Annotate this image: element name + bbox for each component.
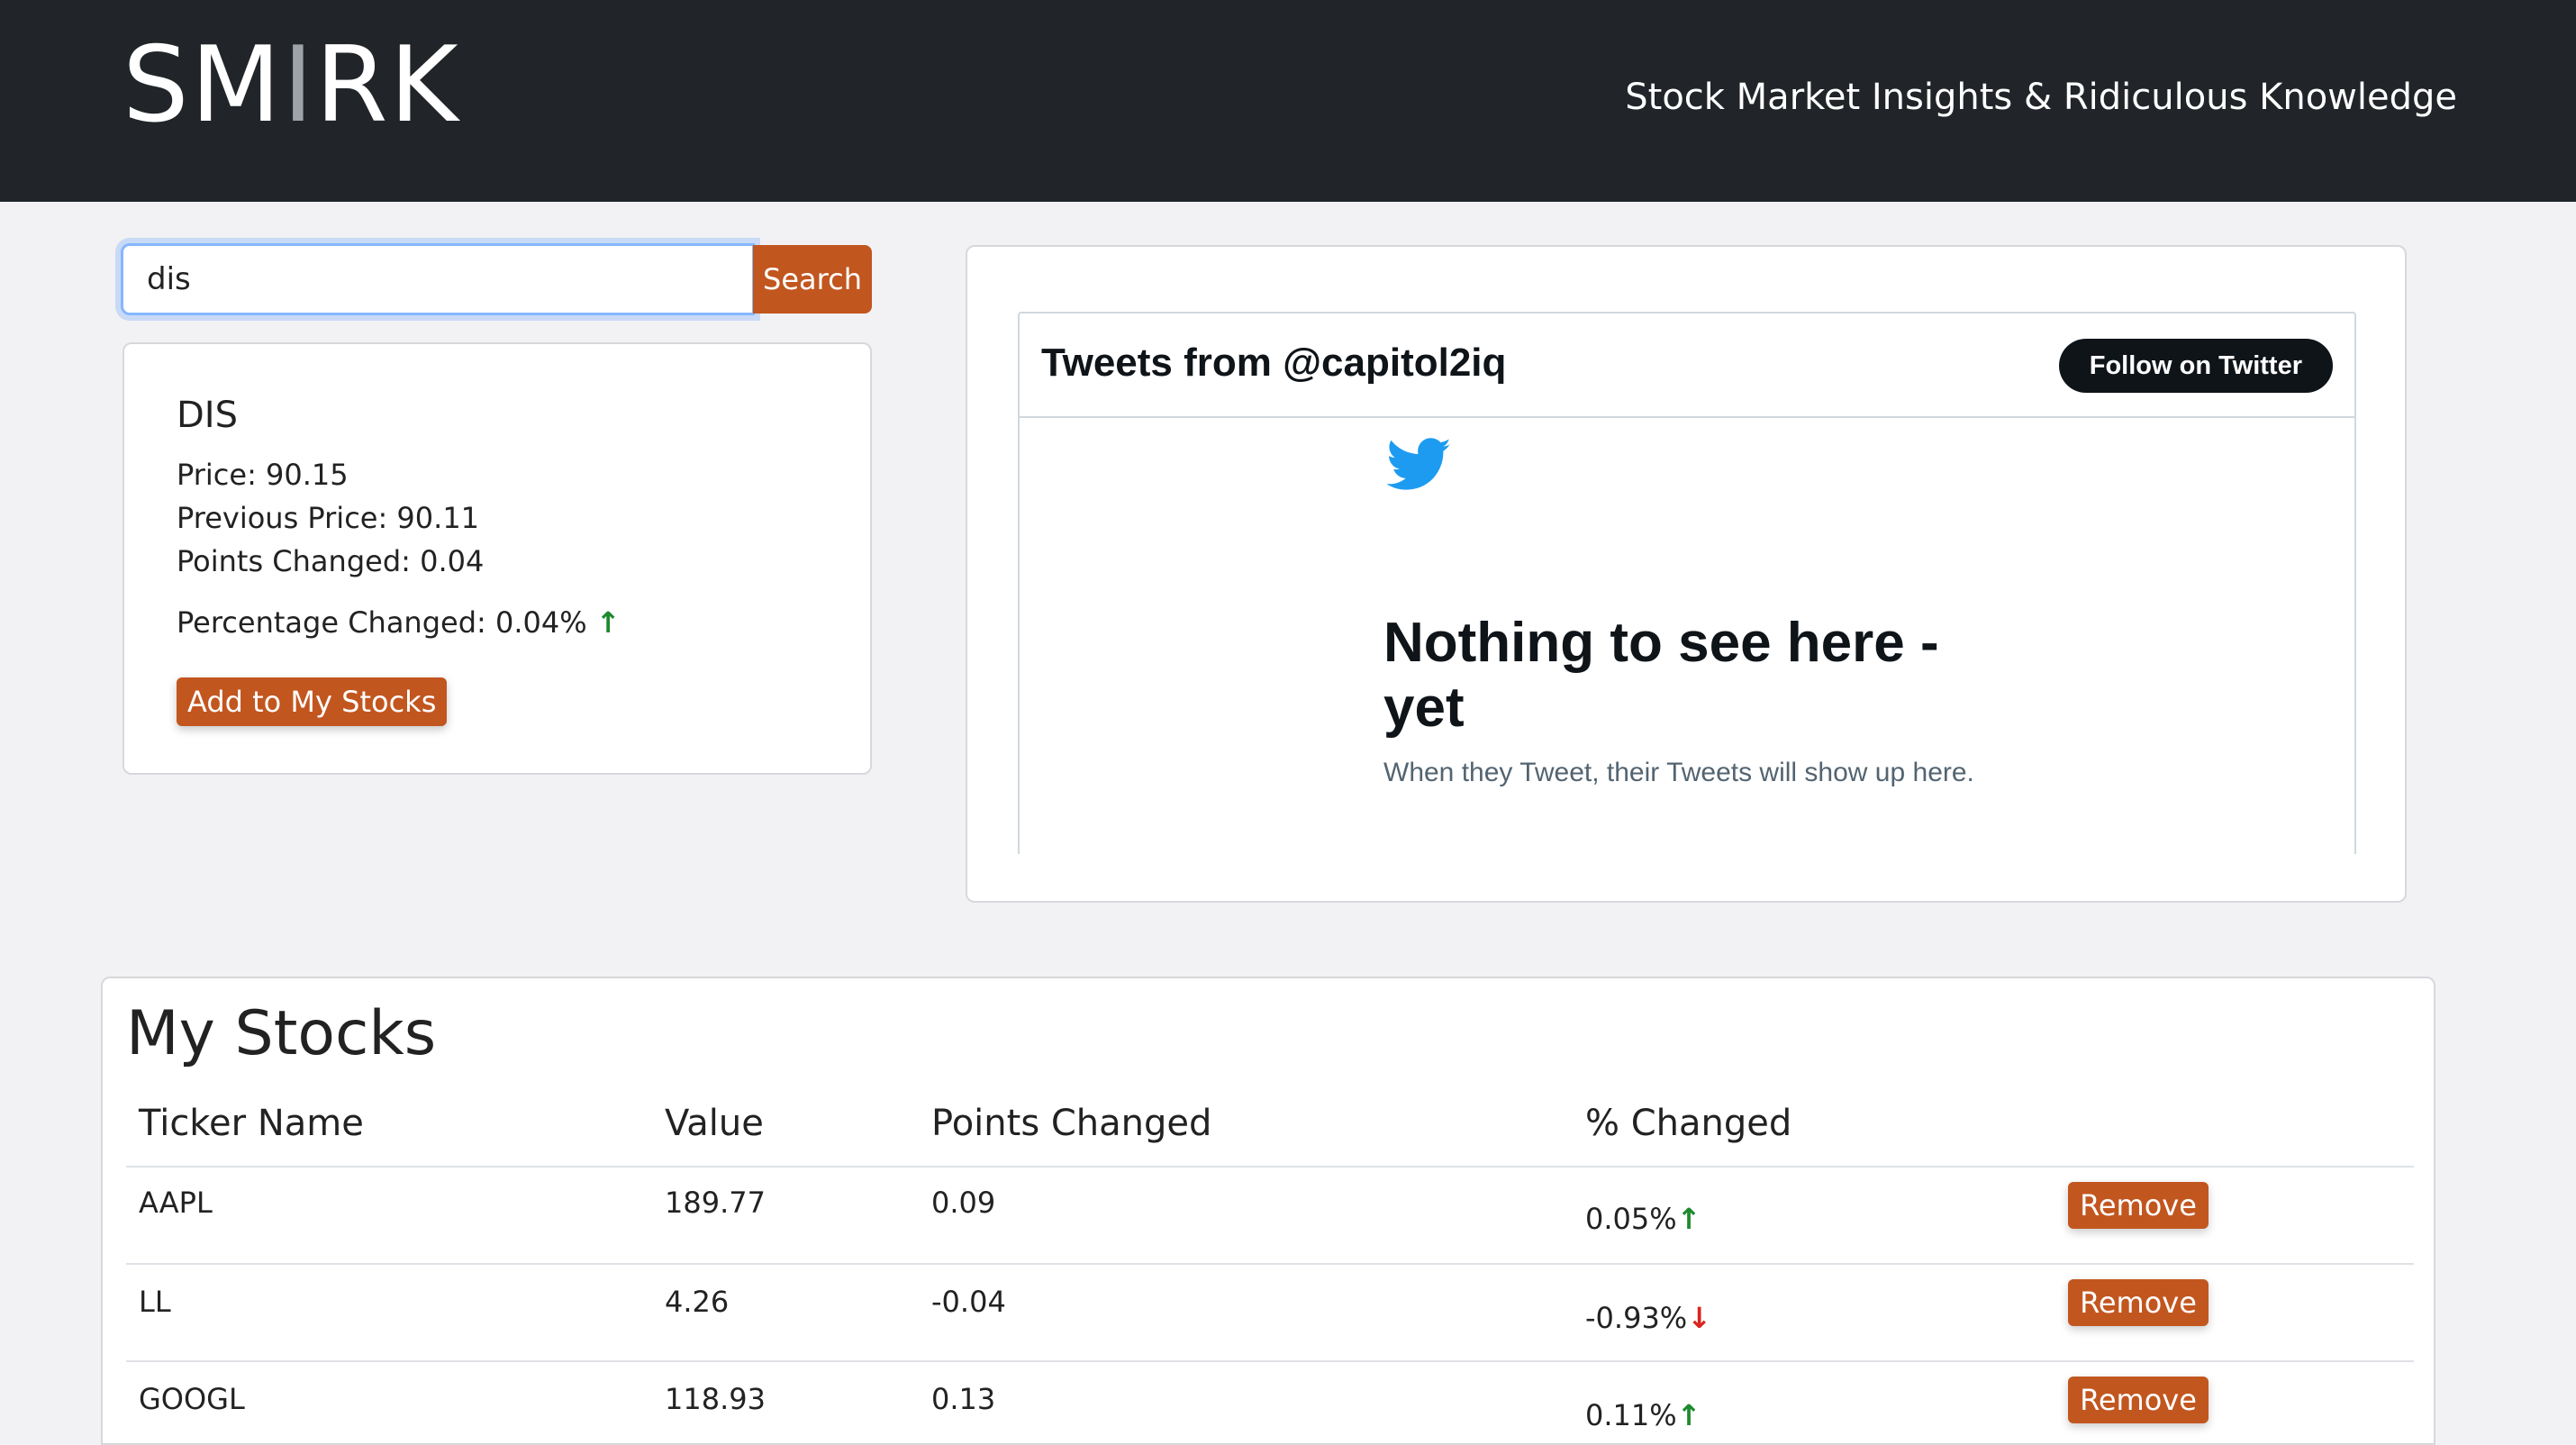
result-price: Price: 90.15 [177, 458, 349, 492]
brand-text-3: RK [314, 24, 460, 146]
arrow-down-icon: ↓ [1687, 1301, 1712, 1335]
cell-points: -0.04 [931, 1285, 1006, 1319]
my-stocks-title: My Stocks [126, 998, 437, 1069]
search-button[interactable]: Search [753, 245, 872, 314]
remove-button[interactable]: Remove [2068, 1377, 2209, 1423]
column-header-points: Points Changed [931, 1103, 1212, 1144]
brand-logo[interactable]: SMIRK [122, 27, 460, 144]
arrow-up-icon: ↑ [1676, 1202, 1701, 1236]
add-to-my-stocks-button[interactable]: Add to My Stocks [177, 677, 448, 726]
result-percentage-row: Percentage Changed: 0.04% ↑ [177, 605, 621, 640]
cell-points: 0.09 [931, 1186, 996, 1220]
remove-button[interactable]: Remove [2068, 1182, 2209, 1229]
tagline: Stock Market Insights & Ridiculous Knowl… [1625, 77, 2457, 118]
cell-value: 189.77 [665, 1186, 766, 1220]
follow-on-twitter-button[interactable]: Follow on Twitter [2058, 339, 2333, 393]
stock-result-card: DIS Price: 90.15 Previous Price: 90.11 P… [122, 342, 872, 775]
twitter-timeline-card: Tweets from @capitol2iq Follow on Twitte… [966, 245, 2407, 903]
column-header-ticker: Ticker Name [139, 1103, 364, 1144]
cell-percent: 0.05%↑ [1585, 1202, 1701, 1236]
cell-ticker: GOOGL [139, 1382, 245, 1416]
twitter-header: Tweets from @capitol2iq Follow on Twitte… [1020, 314, 2354, 418]
result-points-changed: Points Changed: 0.04 [177, 544, 485, 578]
cell-ticker: LL [139, 1285, 171, 1319]
result-percentage-changed: Percentage Changed: 0.04% [177, 605, 587, 640]
header-divider [126, 1166, 2414, 1168]
row-divider [126, 1263, 2414, 1265]
cell-percent: 0.11%↑ [1585, 1398, 1701, 1432]
brand-text-2: I [282, 24, 315, 146]
search-input[interactable] [121, 243, 755, 315]
column-header-percent: % Changed [1585, 1103, 1792, 1144]
result-ticker: DIS [177, 395, 238, 436]
my-stocks-card: My Stocks Ticker Name Value Points Chang… [101, 977, 2435, 1445]
twitter-embed[interactable]: Tweets from @capitol2iq Follow on Twitte… [1018, 312, 2356, 854]
arrow-up-icon: ↑ [595, 605, 621, 640]
cell-percent-value: -0.93% [1585, 1301, 1688, 1335]
brand-text-1: SM [122, 24, 283, 146]
cell-percent: -0.93%↓ [1585, 1301, 1711, 1335]
arrow-up-icon: ↑ [1676, 1398, 1701, 1432]
twitter-bird-icon [1387, 438, 1451, 490]
cell-percent-value: 0.05% [1585, 1202, 1677, 1236]
remove-button[interactable]: Remove [2068, 1279, 2209, 1326]
empty-state-title: Nothing to see here - yet [1383, 612, 1939, 739]
empty-state-subtitle: When they Tweet, their Tweets will show … [1383, 758, 1974, 787]
cell-ticker: AAPL [139, 1186, 213, 1220]
cell-value: 118.93 [665, 1382, 766, 1416]
cell-points: 0.13 [931, 1382, 996, 1416]
result-previous-price: Previous Price: 90.11 [177, 501, 480, 535]
twitter-title[interactable]: Tweets from @capitol2iq [1041, 341, 1506, 386]
cell-value: 4.26 [665, 1285, 730, 1319]
column-header-value: Value [665, 1103, 764, 1144]
row-divider [126, 1360, 2414, 1362]
navbar: SMIRK Stock Market Insights & Ridiculous… [0, 0, 2576, 202]
cell-percent-value: 0.11% [1585, 1398, 1677, 1432]
